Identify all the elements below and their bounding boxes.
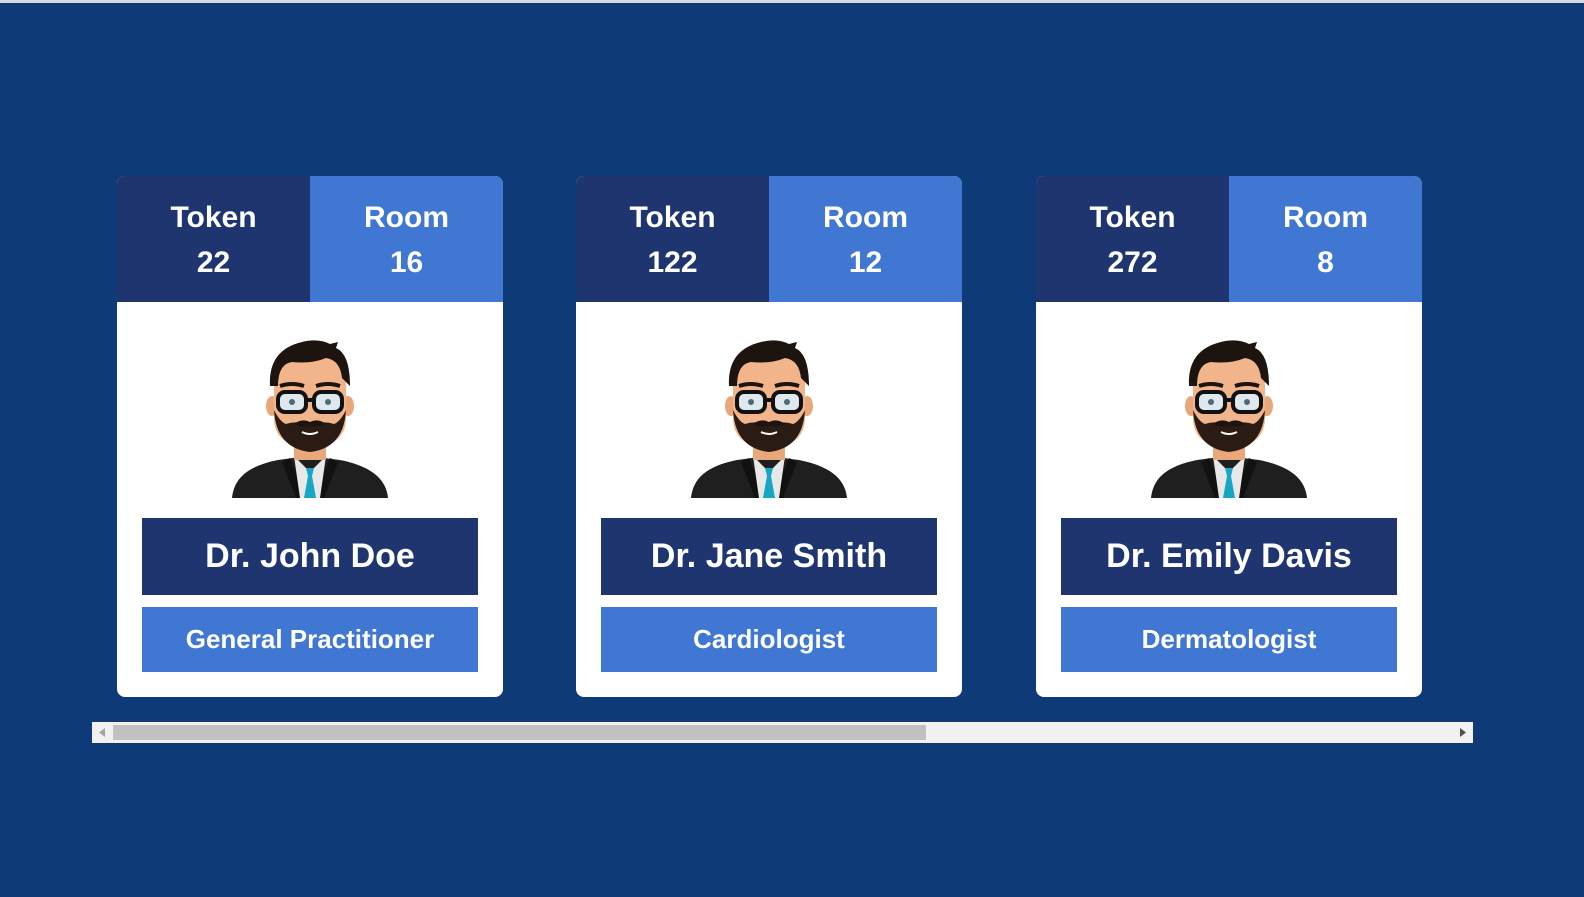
- doctor-name: Dr. John Doe: [142, 518, 478, 595]
- scroll-left-arrow-icon[interactable]: [92, 722, 112, 743]
- doctor-specialty: General Practitioner: [142, 607, 478, 672]
- room-cell: Room 12: [769, 176, 962, 302]
- token-label: Token: [1089, 201, 1176, 234]
- doctor-avatar-icon: [1149, 338, 1309, 498]
- scroll-right-arrow-icon[interactable]: [1453, 722, 1473, 743]
- card-header: Token 272 Room 8: [1036, 176, 1422, 302]
- doctor-specialty: Dermatologist: [1061, 607, 1397, 672]
- room-label: Room: [1283, 201, 1368, 234]
- room-label: Room: [364, 201, 449, 234]
- token-cell: Token 22: [117, 176, 310, 302]
- token-label: Token: [170, 201, 257, 234]
- token-label: Token: [629, 201, 716, 234]
- horizontal-scrollbar[interactable]: [92, 722, 1473, 743]
- room-value: 16: [389, 246, 424, 279]
- doctor-name: Dr. Jane Smith: [601, 518, 937, 595]
- doctor-card[interactable]: Token 122 Room 12 Dr. Jane Smith Cardiol…: [576, 176, 962, 697]
- doctor-avatar-icon: [230, 338, 390, 498]
- doctor-card[interactable]: Token 272 Room 8 Dr. Emily Davis Dermato…: [1036, 176, 1422, 697]
- window-top-border: [0, 0, 1584, 3]
- doctor-name: Dr. Emily Davis: [1061, 518, 1397, 595]
- room-value: 12: [848, 246, 883, 279]
- card-header: Token 122 Room 12: [576, 176, 962, 302]
- token-cell: Token 272: [1036, 176, 1229, 302]
- room-value: 8: [1317, 246, 1334, 279]
- token-value: 272: [1107, 246, 1158, 279]
- doctor-avatar-icon: [689, 338, 849, 498]
- room-cell: Room 8: [1229, 176, 1422, 302]
- token-value: 122: [647, 246, 698, 279]
- scrollbar-thumb[interactable]: [113, 725, 926, 740]
- card-header: Token 22 Room 16: [117, 176, 503, 302]
- token-value: 22: [196, 246, 231, 279]
- doctor-card[interactable]: Token 22 Room 16 Dr. John Doe General Pr…: [117, 176, 503, 697]
- room-cell: Room 16: [310, 176, 503, 302]
- token-cell: Token 122: [576, 176, 769, 302]
- doctor-specialty: Cardiologist: [601, 607, 937, 672]
- room-label: Room: [823, 201, 908, 234]
